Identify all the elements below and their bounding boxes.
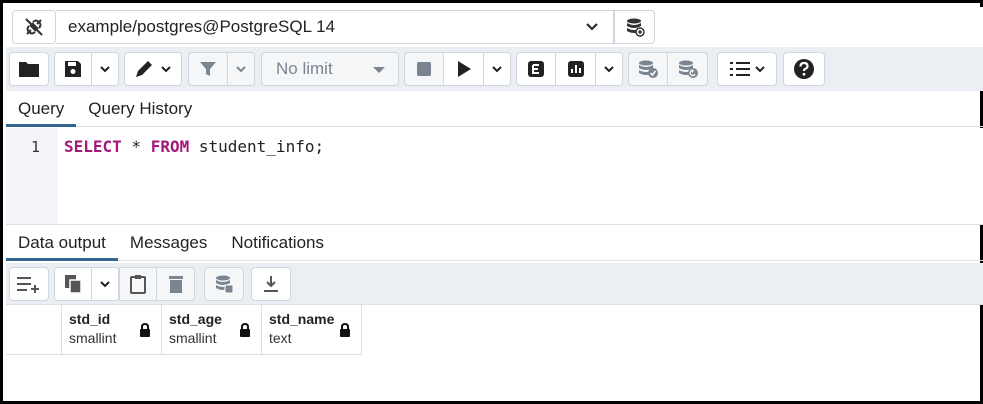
chevron-down-icon [586,23,598,31]
pen-icon [136,61,152,77]
column-header[interactable]: std_name text [262,305,362,355]
query-toolbar: No limit [6,47,983,91]
play-icon [457,61,471,77]
edit-button[interactable] [124,52,182,86]
chevron-down-icon [492,66,502,73]
connection-plug-icon [25,18,43,36]
connection-select[interactable]: example/postgres@PostgreSQL 14 [56,10,614,44]
tab-query[interactable]: Query [6,91,77,127]
commit-icon [639,60,658,78]
explain-button[interactable] [516,52,556,86]
save-button[interactable] [54,52,92,86]
save-options-button[interactable] [92,52,119,86]
copy-options-button[interactable] [92,267,119,301]
stop-icon [417,62,431,76]
tab-messages-label: Messages [129,233,208,252]
commit-button[interactable] [628,52,668,86]
column-header[interactable]: std_id smallint [62,305,162,355]
add-row-icon [17,277,39,293]
folder-icon [19,62,39,77]
tab-query-label: Query [18,99,65,118]
chevron-down-icon [754,66,765,73]
sql-keyword: FROM [150,137,190,156]
editor-gutter: 1 [6,128,58,224]
filter-icon [200,62,216,76]
connection-label: example/postgres@PostgreSQL 14 [68,17,336,36]
explain-options-button[interactable] [596,52,623,86]
chevron-down-icon [100,66,110,73]
paste-button[interactable] [119,267,157,301]
caret-down-icon [373,67,385,73]
sql-editor[interactable]: 1 SELECT * FROM student_info; [6,128,983,225]
help-icon [794,59,814,79]
sql-text: * [121,137,151,156]
code-line[interactable]: SELECT * FROM student_info; [64,137,324,156]
app-frame: example/postgres@PostgreSQL 14 No limit … [0,0,983,404]
tab-messages[interactable]: Messages [118,225,219,261]
column-header[interactable]: std_age smallint [162,305,262,355]
lock-icon [240,323,250,337]
add-row-button[interactable] [9,267,49,301]
save-icon [65,61,81,77]
filter-options-button[interactable] [228,52,255,86]
rollback-icon [678,60,698,78]
copy-button[interactable] [54,267,92,301]
new-connection-button[interactable] [614,10,655,44]
row-limit-select[interactable]: No limit [261,52,399,86]
rollback-button[interactable] [668,52,708,86]
chevron-down-icon [100,281,110,288]
copy-icon [65,275,82,294]
grid-corner[interactable] [6,305,62,355]
tab-notifications-label: Notifications [231,233,324,252]
save-data-icon [216,275,234,294]
results-toolbar [6,263,983,305]
tab-query-history[interactable]: Query History [76,91,204,127]
query-tabs: Query Query History [6,91,983,127]
explain-analyze-button[interactable] [556,52,596,86]
open-file-button[interactable] [9,52,49,86]
tab-data-output[interactable]: Data output [6,225,118,261]
execute-options-button[interactable] [484,52,511,86]
tab-data-output-label: Data output [18,233,106,252]
result-tabs: Data output Messages Notifications [6,225,983,261]
macros-button[interactable] [717,52,777,86]
trash-icon [168,276,183,293]
explain-analyze-icon [567,61,584,77]
tab-query-history-label: Query History [88,99,193,118]
execute-button[interactable] [444,52,484,86]
database-add-icon [626,18,645,37]
chevron-down-icon [604,66,614,73]
tab-notifications[interactable]: Notifications [219,225,336,261]
lock-icon [340,323,350,337]
delete-button[interactable] [157,267,195,301]
connection-bar: example/postgres@PostgreSQL 14 [8,7,983,47]
lock-icon [140,323,150,337]
filter-button[interactable] [188,52,228,86]
download-button[interactable] [251,267,291,301]
chevron-down-icon [161,66,171,73]
data-grid: std_id smallint std_age smallint std_nam… [6,305,362,355]
sql-keyword: SELECT [64,137,122,156]
sql-text: student_info; [189,137,325,156]
row-limit-value: No limit [276,59,333,78]
download-icon [264,276,278,292]
stop-button[interactable] [404,52,444,86]
clipboard-icon [130,275,146,294]
explain-icon [528,61,544,77]
line-number: 1 [30,138,40,156]
save-data-button[interactable] [204,267,244,301]
connection-status-button[interactable] [12,10,56,44]
chevron-down-icon [236,66,246,73]
macros-icon [729,62,750,76]
help-button[interactable] [783,52,825,86]
